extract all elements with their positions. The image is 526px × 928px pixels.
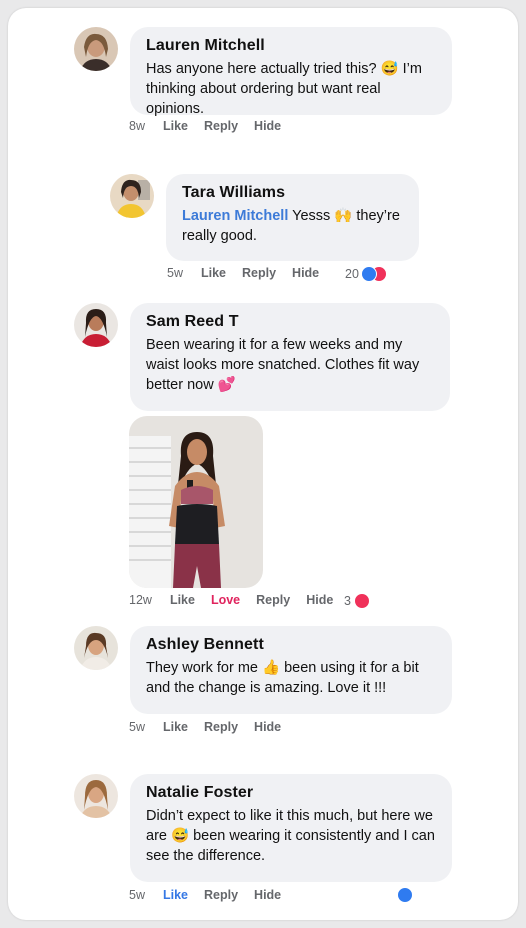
comment-time[interactable]: 8w xyxy=(129,119,145,133)
like-button[interactable]: Like xyxy=(170,593,195,607)
avatar[interactable] xyxy=(74,774,118,818)
comment-bubble: Lauren Mitchell Has anyone here actually… xyxy=(130,27,452,117)
comment-time[interactable]: 5w xyxy=(129,888,145,902)
reply-button[interactable]: Reply xyxy=(204,720,238,734)
love-reaction-button[interactable]: Love xyxy=(211,593,240,607)
comment-time[interactable]: 5w xyxy=(167,266,183,280)
commenter-name[interactable]: Sam Reed T xyxy=(146,313,434,331)
mention-link[interactable]: Lauren Mitchell xyxy=(182,208,288,224)
reaction-summary[interactable]: 3 xyxy=(344,593,370,609)
commenter-name[interactable]: Lauren Mitchell xyxy=(146,37,436,55)
reaction-count: 3 xyxy=(344,594,351,608)
comment-text: They work for me 👍 been using it for a b… xyxy=(146,660,419,696)
comment-bubble: Tara Williams Lauren Mitchell Yesss 🙌 th… xyxy=(166,174,419,261)
comment-bubble: Sam Reed T Been wearing it for a few wee… xyxy=(130,303,450,411)
like-button[interactable]: Like xyxy=(163,720,188,734)
avatar[interactable] xyxy=(74,27,118,71)
avatar[interactable] xyxy=(74,303,118,347)
reaction-count: 20 xyxy=(345,267,359,281)
comment-text: Didn’t expect to like it this much, but … xyxy=(146,808,435,864)
comment-time[interactable]: 5w xyxy=(129,720,145,734)
like-reaction-icon xyxy=(397,887,413,903)
reaction-summary[interactable] xyxy=(397,887,413,903)
reply-button[interactable]: Reply xyxy=(242,266,276,280)
like-button[interactable]: Like xyxy=(201,266,226,280)
hide-button[interactable]: Hide xyxy=(254,720,281,734)
like-reaction-icon xyxy=(360,266,377,282)
comment-actions: 12w Like Love Reply Hide xyxy=(129,593,349,607)
commenter-name[interactable]: Ashley Bennett xyxy=(146,636,436,654)
commenter-name[interactable]: Tara Williams xyxy=(182,184,403,202)
comments-card: Lauren Mitchell Has anyone here actually… xyxy=(8,8,518,920)
hide-button[interactable]: Hide xyxy=(306,593,333,607)
comment-actions: 5w Like Reply Hide xyxy=(129,720,297,734)
like-button[interactable]: Like xyxy=(163,119,188,133)
reply-button[interactable]: Reply xyxy=(204,119,238,133)
hide-button[interactable]: Hide xyxy=(254,888,281,902)
reply-button[interactable]: Reply xyxy=(204,888,238,902)
reaction-summary[interactable]: 20 xyxy=(345,266,387,282)
comment-actions: 5w Like Reply Hide xyxy=(167,266,335,280)
avatar[interactable] xyxy=(110,174,154,218)
comment-actions: 5w Like Reply Hide xyxy=(129,888,297,902)
comment-bubble: Ashley Bennett They work for me 👍 been u… xyxy=(130,626,452,714)
comment-text: Lauren Mitchell Yesss 🙌 they’re really g… xyxy=(182,206,403,246)
comment-bubble: Natalie Foster Didn’t expect to like it … xyxy=(130,774,452,882)
hide-button[interactable]: Hide xyxy=(292,266,319,280)
avatar[interactable] xyxy=(74,626,118,670)
reply-button[interactable]: Reply xyxy=(256,593,290,607)
comment-text: Been wearing it for a few weeks and my w… xyxy=(146,337,420,393)
comment-actions: 8w Like Reply Hide xyxy=(129,119,297,133)
attached-photo[interactable] xyxy=(129,416,263,588)
love-reaction-icon xyxy=(353,593,370,609)
like-button[interactable]: Like xyxy=(163,888,188,902)
hide-button[interactable]: Hide xyxy=(254,119,281,133)
commenter-name[interactable]: Natalie Foster xyxy=(146,784,436,802)
comment-text: Has anyone here actually tried this? 😅 I… xyxy=(146,61,422,117)
comment-time[interactable]: 12w xyxy=(129,593,152,607)
